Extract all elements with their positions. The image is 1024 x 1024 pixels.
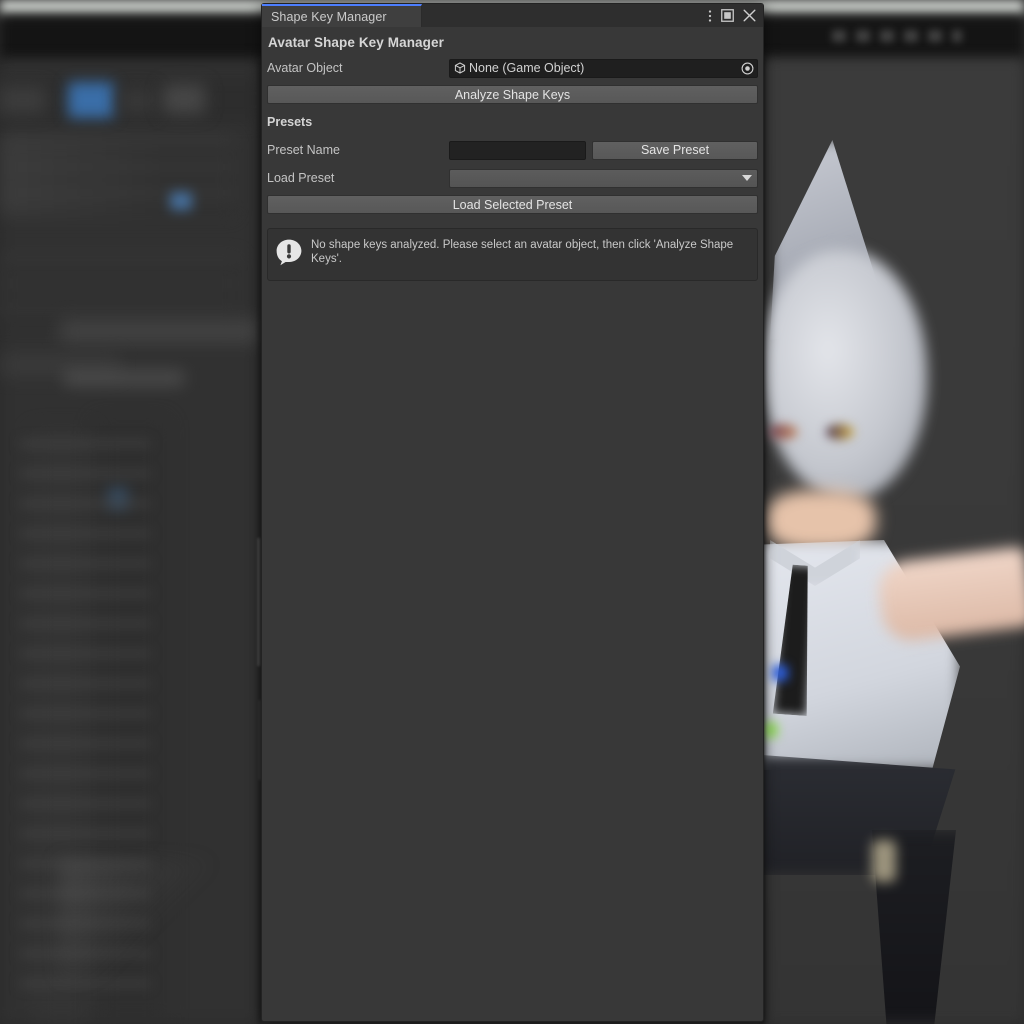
avatar-object-row: Avatar Object None (Game Object): [267, 58, 758, 78]
background-diagonal-shade: [60, 860, 210, 980]
background-toolbar-button-b: [120, 88, 154, 114]
gameobject-cube-icon: [454, 62, 466, 74]
background-avatar-badge-green: [762, 722, 778, 738]
background-bar-3: [64, 370, 184, 386]
preset-name-input[interactable]: [449, 140, 586, 160]
background-toolbar-selected-button: [68, 82, 114, 118]
window-body: Avatar Object None (Game Object) Analyze…: [262, 58, 763, 281]
presets-label: Presets: [267, 115, 313, 129]
shape-key-manager-window: Shape Key Manager Avatar Shape Key Manag…: [261, 3, 764, 1022]
page-title: Avatar Shape Key Manager: [268, 35, 444, 50]
helpbox: No shape keys analyzed. Please select an…: [267, 228, 758, 281]
chevron-down-icon: [742, 175, 752, 181]
avatar-object-field[interactable]: None (Game Object): [449, 58, 758, 78]
load-preset-dropdown[interactable]: [449, 168, 758, 188]
background-avatar-detail: [872, 840, 896, 882]
background-toolbar-button-c: [163, 84, 205, 114]
title-bar-controls: [422, 4, 763, 27]
background-avatar-eye-left: [768, 424, 798, 440]
preset-name-row: Preset Name Save Preset: [267, 140, 758, 160]
tab-label: Shape Key Manager: [271, 9, 387, 24]
load-preset-label: Load Preset: [267, 171, 335, 185]
background-menu-items: [832, 30, 962, 42]
background-avatar-eye-right: [826, 424, 854, 440]
helpbox-message: No shape keys analyzed. Please select an…: [311, 239, 734, 265]
background-toolbar-button-a: [0, 86, 46, 114]
background-inspector-rows-lower: [0, 255, 240, 325]
background-highlight-swatch-1: [170, 192, 192, 210]
kebab-menu-icon[interactable]: [708, 9, 712, 23]
save-preset-button[interactable]: Save Preset: [592, 140, 758, 160]
avatar-object-label: Avatar Object: [267, 61, 343, 75]
warning-speech-bubble-icon: [275, 238, 303, 271]
background-avatar-head: [762, 250, 927, 500]
background-bar-1: [60, 320, 260, 342]
background-inspector-rows-upper: [0, 136, 235, 216]
maximize-icon[interactable]: [721, 9, 734, 22]
screen: Shape Key Manager Avatar Shape Key Manag…: [0, 0, 1024, 1024]
avatar-object-value: None (Game Object): [469, 61, 585, 75]
object-picker-icon[interactable]: [739, 60, 755, 76]
background-avatar-badge-blue: [772, 665, 788, 681]
load-selected-preset-button[interactable]: Load Selected Preset: [267, 195, 758, 214]
tab-shape-key-manager[interactable]: Shape Key Manager: [262, 4, 422, 27]
preset-name-label: Preset Name: [267, 143, 340, 157]
load-preset-row: Load Preset: [267, 168, 758, 188]
close-icon[interactable]: [743, 9, 756, 22]
presets-section-header: Presets: [267, 112, 758, 132]
window-title-bar: Shape Key Manager: [262, 4, 763, 27]
analyze-shape-keys-button[interactable]: Analyze Shape Keys: [267, 85, 758, 104]
